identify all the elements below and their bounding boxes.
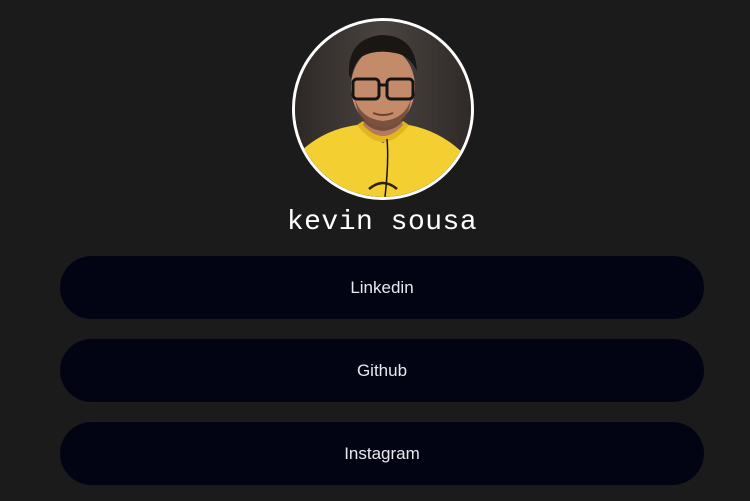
- profile-photo-icon: [295, 21, 471, 197]
- link-list: Linkedin Github Instagram: [60, 256, 704, 501]
- linkedin-button[interactable]: Linkedin: [60, 256, 704, 319]
- profile-name: kevin sousa: [286, 207, 478, 238]
- avatar: [292, 18, 474, 200]
- github-button[interactable]: Github: [60, 339, 704, 402]
- instagram-button[interactable]: Instagram: [60, 422, 704, 485]
